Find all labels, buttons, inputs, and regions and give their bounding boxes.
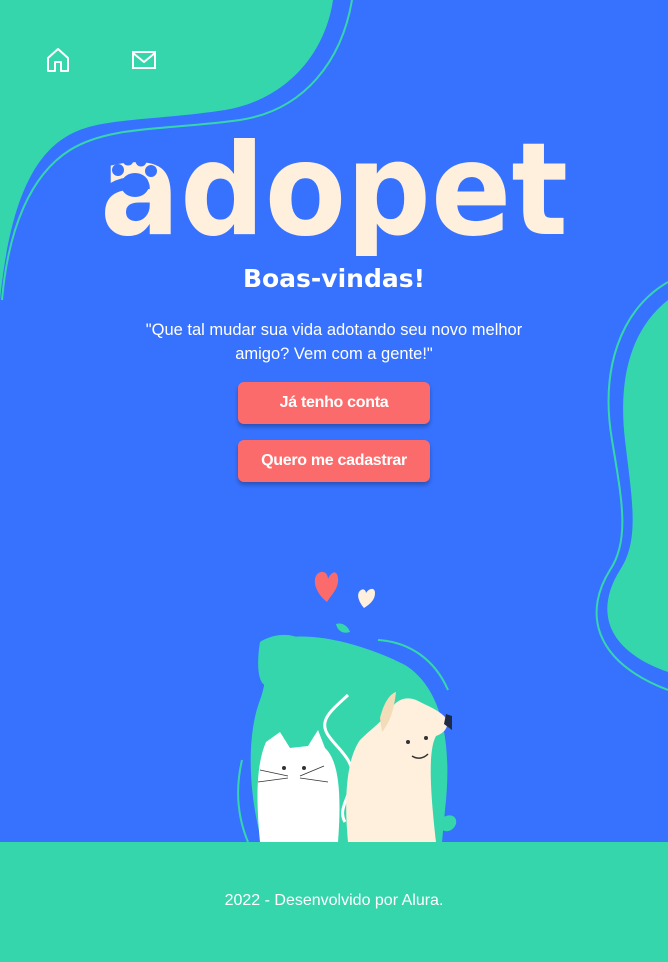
mail-icon[interactable] <box>130 46 158 74</box>
landing-page: adopet Boas-vindas! "Que tal mudar sua v… <box>0 0 668 962</box>
adopet-logo: adopet <box>100 138 568 256</box>
pets-illustration <box>237 571 457 842</box>
login-button[interactable]: Já tenho conta <box>238 382 430 424</box>
footer: 2022 - Desenvolvido por Alura. <box>0 842 668 962</box>
signup-button[interactable]: Quero me cadastrar <box>238 440 430 482</box>
footer-text: 2022 - Desenvolvido por Alura. <box>224 892 444 909</box>
heart-icon <box>314 571 339 602</box>
home-icon[interactable] <box>44 46 72 74</box>
page-title: Boas-vindas! <box>242 264 426 293</box>
svg-text:adopet: adopet <box>100 138 568 256</box>
heart-icon <box>358 588 375 608</box>
tagline-text: "Que tal mudar sua vida adotando seu nov… <box>145 321 523 363</box>
